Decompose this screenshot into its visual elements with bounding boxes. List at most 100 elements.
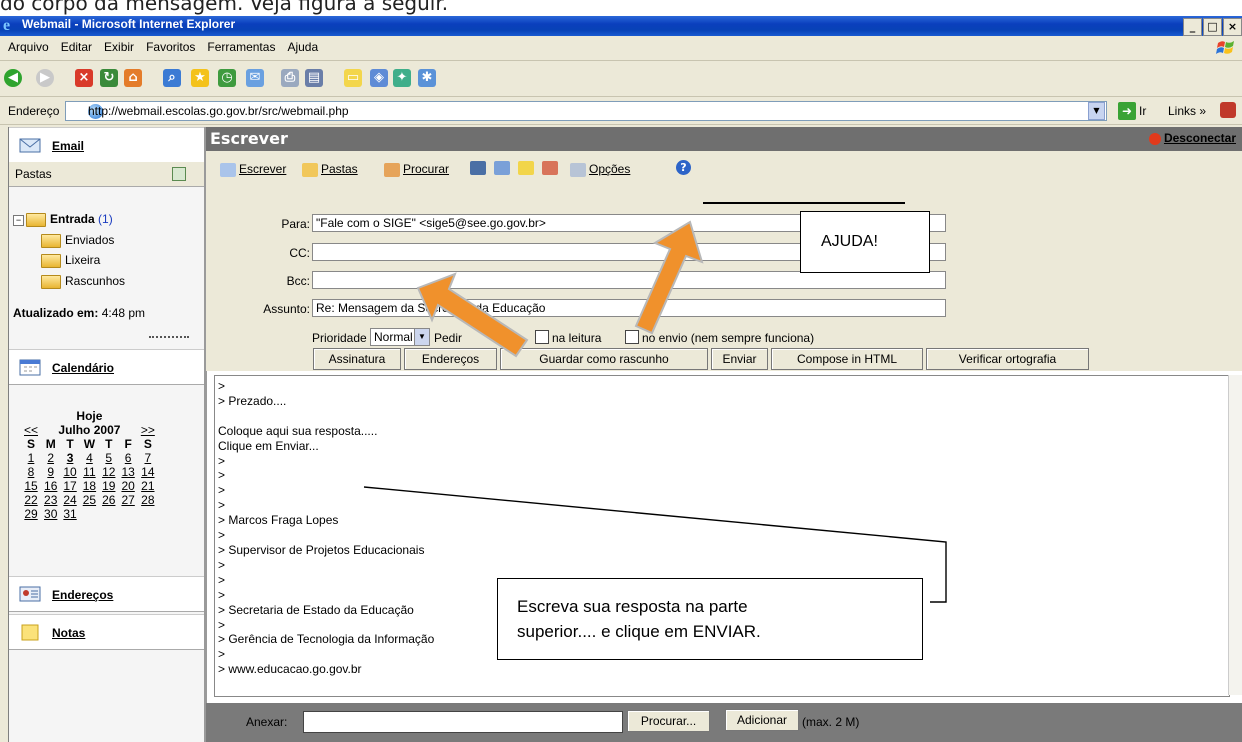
menu-ferramentas[interactable]: Ferramentas <box>201 36 281 54</box>
disconnect-link[interactable]: Desconectar <box>1148 131 1236 145</box>
calendar-prev[interactable]: << <box>21 423 41 437</box>
calendar-day[interactable]: 18 <box>80 479 99 493</box>
refresh-icon[interactable]: ↻ <box>100 69 118 87</box>
search-link[interactable]: Procurar <box>384 162 449 177</box>
history-icon[interactable]: ◷ <box>218 69 236 87</box>
calendar-day[interactable]: 25 <box>80 493 99 507</box>
media-icon[interactable]: ✱ <box>418 69 436 87</box>
book-icon[interactable] <box>470 161 486 175</box>
save-draft-button[interactable]: Guardar como rascunho <box>500 348 708 370</box>
calendar-day[interactable]: 12 <box>99 465 118 479</box>
calendar-day[interactable]: 1 <box>21 451 41 465</box>
edit-icon[interactable]: ▤ <box>305 69 323 87</box>
calendar-day[interactable]: 22 <box>21 493 41 507</box>
compose-html-button[interactable]: Compose in HTML <box>771 348 923 370</box>
calendar-day[interactable]: 26 <box>99 493 118 507</box>
calendar-next[interactable]: >> <box>138 423 158 437</box>
calendar-day[interactable]: 23 <box>41 493 60 507</box>
folder-lixeira[interactable]: Lixeira <box>41 253 100 268</box>
sidebar-notes[interactable]: Notas <box>9 614 204 650</box>
calendar-day[interactable]: 19 <box>99 479 118 493</box>
bcc-field[interactable] <box>312 271 946 289</box>
print-icon[interactable]: ⎙ <box>281 69 299 87</box>
options-link[interactable]: Opções <box>570 162 630 177</box>
address-dropdown-icon[interactable]: ▼ <box>1088 102 1105 120</box>
calendar-day[interactable]: 11 <box>80 465 99 479</box>
menu-exibir[interactable]: Exibir <box>98 36 140 54</box>
maximize-button[interactable]: □ <box>1203 18 1222 36</box>
sidebar: Email Pastas − Entrada (1) Enviados Lixei… <box>9 127 207 742</box>
forward-icon[interactable]: ▶ <box>36 69 54 87</box>
folder-enviados[interactable]: Enviados <box>41 233 114 248</box>
calendar-day[interactable]: 15 <box>21 479 41 493</box>
spell-check-button[interactable]: Verificar ortografia <box>926 348 1089 370</box>
folder-entrada[interactable]: − Entrada (1) <box>13 212 113 227</box>
menu-ajuda[interactable]: Ajuda <box>281 36 324 54</box>
calendar-day[interactable]: 29 <box>21 507 41 521</box>
calendar-day[interactable]: 2 <box>41 451 60 465</box>
attach-file-input[interactable] <box>303 711 623 733</box>
research-icon[interactable]: ✦ <box>393 69 411 87</box>
calendar-day[interactable]: 8 <box>21 465 41 479</box>
send-button[interactable]: Enviar <box>711 348 768 370</box>
favorites-icon[interactable]: ★ <box>191 69 209 87</box>
calendar-day[interactable]: 4 <box>80 451 99 465</box>
calendar-day[interactable]: 31 <box>60 507 79 521</box>
sidebar-calendar[interactable]: Calendário <box>9 349 204 385</box>
note-small-icon[interactable] <box>518 161 534 175</box>
calendar-day[interactable]: 9 <box>41 465 60 479</box>
help-icon[interactable]: ? <box>676 160 691 175</box>
calendar-day-today[interactable]: 3 <box>60 451 79 465</box>
refresh-folders-icon[interactable] <box>172 167 186 181</box>
write-link[interactable]: Escrever <box>220 162 286 177</box>
home-icon[interactable]: ⌂ <box>124 69 142 87</box>
calendar-week: 8 9 10 11 12 13 14 <box>21 465 158 479</box>
discuss-icon[interactable]: ▭ <box>344 69 362 87</box>
links-button[interactable]: Links » <box>1168 104 1206 118</box>
folder-rascunhos[interactable]: Rascunhos <box>41 274 125 289</box>
calendar-day[interactable]: 16 <box>41 479 60 493</box>
calendar-day[interactable]: 17 <box>60 479 79 493</box>
minimize-button[interactable]: _ <box>1183 18 1202 36</box>
priority-select[interactable]: Normal ▼ <box>370 328 430 346</box>
signature-button[interactable]: Assinatura <box>313 348 401 370</box>
addon-icon[interactable] <box>1220 102 1236 118</box>
tasks-icon[interactable] <box>542 161 558 175</box>
body-scrollbar[interactable] <box>1228 375 1242 695</box>
stop-icon[interactable]: × <box>75 69 93 87</box>
messenger-icon[interactable]: ◈ <box>370 69 388 87</box>
menu-editar[interactable]: Editar <box>55 36 98 54</box>
delivery-receipt-checkbox[interactable] <box>625 330 639 344</box>
calendar-day[interactable]: 24 <box>60 493 79 507</box>
calendar-day[interactable]: 13 <box>118 465 137 479</box>
close-button[interactable]: × <box>1223 18 1242 36</box>
addresses-button[interactable]: Endereços <box>404 348 497 370</box>
calendar-day[interactable]: 5 <box>99 451 118 465</box>
calendar-day[interactable]: 7 <box>138 451 158 465</box>
go-arrow-icon[interactable]: ➜ <box>1118 102 1136 120</box>
read-receipt-checkbox[interactable] <box>535 330 549 344</box>
folders-link[interactable]: Pastas <box>302 162 358 177</box>
add-attachment-button[interactable]: Adicionar <box>725 709 799 731</box>
calendar-day[interactable]: 30 <box>41 507 60 521</box>
browse-button[interactable]: Procurar... <box>627 710 710 732</box>
calendar-day[interactable]: 20 <box>118 479 137 493</box>
calendar-small-icon[interactable] <box>494 161 510 175</box>
resize-grip[interactable] <box>149 336 189 338</box>
mail-icon[interactable]: ✉ <box>246 69 264 87</box>
go-button[interactable]: Ir <box>1139 104 1146 118</box>
subject-field[interactable]: Re: Mensagem da Secretaria da Educação <box>312 299 946 317</box>
calendar-day[interactable]: 10 <box>60 465 79 479</box>
calendar-day[interactable]: 21 <box>138 479 158 493</box>
sidebar-email[interactable]: Email <box>9 127 204 163</box>
calendar-day[interactable]: 14 <box>138 465 158 479</box>
address-input[interactable]: http://webmail.escolas.go.gov.br/src/web… <box>65 101 1107 121</box>
menu-arquivo[interactable]: Arquivo <box>2 36 55 54</box>
calendar-day[interactable]: 28 <box>138 493 158 507</box>
search-icon[interactable]: ⌕ <box>163 69 181 87</box>
menu-favoritos[interactable]: Favoritos <box>140 36 201 54</box>
back-icon[interactable]: ◀ <box>4 69 22 87</box>
calendar-day[interactable]: 27 <box>118 493 137 507</box>
sidebar-addresses[interactable]: Endereços <box>9 576 204 612</box>
calendar-day[interactable]: 6 <box>118 451 137 465</box>
